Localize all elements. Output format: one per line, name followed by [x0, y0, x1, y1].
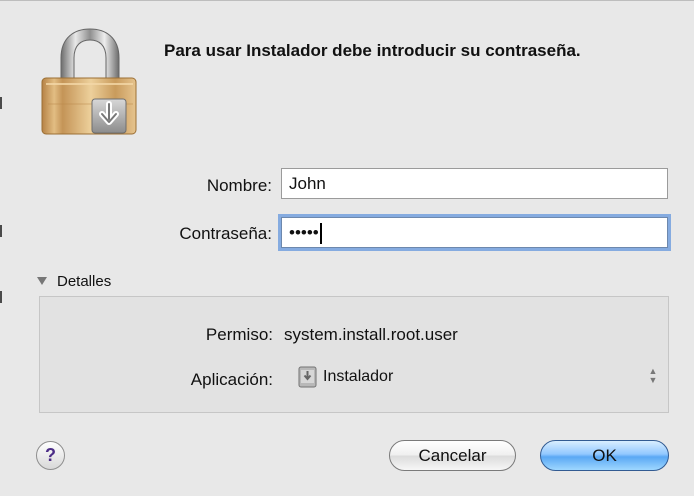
password-label: Contraseña: — [179, 224, 272, 243]
details-label: Detalles — [57, 272, 112, 290]
application-value: Instalador — [323, 368, 394, 385]
password-value: ••••• — [289, 223, 319, 242]
text-caret — [319, 223, 322, 245]
details-panel: Permiso: system.install.root.user Aplica… — [39, 296, 669, 413]
disclosure-triangle-icon[interactable] — [37, 277, 47, 285]
permission-value: system.install.root.user — [284, 325, 458, 344]
dialog-message: Para usar Instalador debe introducir su … — [164, 41, 581, 60]
application-popup[interactable]: Instalador ▲ ▼ — [298, 362, 658, 392]
name-label: Nombre: — [206, 176, 272, 195]
popup-arrows-icon: ▲ ▼ — [648, 366, 658, 385]
details-toggle[interactable]: Detalles — [37, 271, 111, 291]
name-field[interactable]: John — [281, 168, 668, 199]
authentication-dialog: Para usar Instalador debe introducir su … — [0, 0, 694, 496]
installer-icon — [298, 366, 317, 388]
ok-button[interactable]: OK — [540, 440, 669, 471]
permission-label: Permiso: — [205, 325, 273, 344]
cancel-button[interactable]: Cancelar — [389, 440, 516, 471]
background-edge-mark — [0, 291, 2, 303]
application-label: Aplicación: — [190, 370, 273, 389]
password-field[interactable]: ••••• — [281, 217, 668, 248]
background-edge-mark — [0, 97, 2, 109]
name-value: John — [289, 174, 326, 193]
help-button[interactable]: ? — [36, 441, 65, 470]
lock-icon — [41, 28, 137, 135]
background-edge-mark — [0, 225, 2, 237]
